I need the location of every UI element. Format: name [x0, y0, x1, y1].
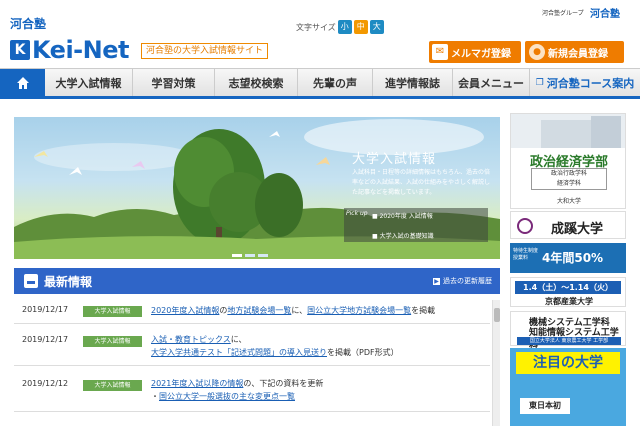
- pickup-link-1-label: 2020年度 入試情報: [379, 213, 433, 220]
- pickup-link-2-label: 大学入試の基礎知識: [379, 233, 434, 240]
- carousel-dot[interactable]: [245, 254, 255, 257]
- site-header: 河合塾 K Kei-Net 河合塾の大学入試情報サイト 文字サイズ 小 中 大 …: [0, 0, 640, 68]
- news-item: 2019/12/17 大学入試情報 2020年度入試情報の地方試験会場一覧に、国…: [14, 296, 490, 324]
- ad2-name: 成蹊大学: [551, 222, 604, 237]
- news-title: 最新情報: [44, 274, 93, 289]
- nav-item-magazine[interactable]: 進学情報誌: [373, 69, 453, 96]
- news-link[interactable]: 国公立大学地方試験会場一覧: [307, 306, 411, 315]
- past-updates-label: 過去の更新履歴: [443, 277, 492, 285]
- nav-item-senior-voices[interactable]: 先輩の声: [298, 69, 373, 96]
- scrollbar-thumb[interactable]: [494, 308, 500, 322]
- news-item: 2019/12/17 大学入試情報 入試・教育トピックスに、 大学入学共通テスト…: [14, 326, 490, 366]
- ad-seikei-university[interactable]: 成蹊大学: [510, 211, 626, 239]
- font-size-large-button[interactable]: 大: [369, 20, 384, 34]
- mail-icon: ✉: [432, 44, 448, 60]
- news-text-part: を掲載（PDF形式）: [327, 348, 399, 357]
- campus-photo-image: [511, 114, 625, 148]
- member-register-label: 新規会員登録: [548, 48, 608, 60]
- font-size-label: 文字サイズ: [296, 22, 336, 32]
- user-icon: ●: [529, 44, 545, 60]
- news-date: 2019/12/17: [22, 305, 69, 314]
- arrow-right-icon: ▶: [433, 277, 440, 285]
- news-text-part: ・: [151, 392, 159, 401]
- news-date: 2019/12/12: [22, 379, 69, 388]
- ad3-left-line: 授業料: [513, 255, 529, 261]
- ad1-university: 大和大学: [556, 198, 581, 205]
- news-icon: [24, 274, 38, 288]
- ad5-line3: 国立大学法人 東京農工大学 工学部: [517, 337, 621, 345]
- ad6-badge: 東日本初: [520, 398, 570, 414]
- news-link[interactable]: 大学入学共通テスト「記述式問題」の導入見送り: [151, 348, 327, 357]
- news-date: 2019/12/17: [22, 335, 69, 344]
- news-text-part: の、下記の資料を更新: [243, 379, 324, 388]
- news-text: 2021年度入試以降の情報の、下記の資料を更新 ・国公立大学一般選抜の主な変更点…: [151, 377, 323, 403]
- news-text: 2020年度入試情報の地方試験会場一覧に、国公立大学地方試験会場一覧を掲載: [151, 304, 435, 317]
- ad-yamato-university[interactable]: 政治経済学部 政治行政学科 経済学科 大和大学: [510, 113, 626, 209]
- home-icon: [16, 76, 29, 89]
- group-logo[interactable]: 河合塾: [590, 5, 620, 20]
- pickup-link-1[interactable]: ■ 2020年度 入試情報: [372, 211, 433, 220]
- seikei-emblem-icon: [517, 218, 533, 234]
- news-category-badge: 大学入試情報: [83, 306, 142, 317]
- ad4-university: 京都産業大学: [545, 297, 593, 306]
- newsletter-signup-button[interactable]: ✉ メルマガ登録: [429, 41, 521, 63]
- ad-scholarship[interactable]: 特待生制度 授業料 4年間50%: [510, 243, 626, 273]
- news-text-part: に、: [291, 306, 308, 315]
- news-link[interactable]: 国公立大学一般選抜の主な変更点一覧: [159, 392, 295, 401]
- ad-kyoto-sangyo[interactable]: 1.4（土）～1.14（火） 京都産業大学: [510, 277, 626, 307]
- ad4-date: 1.4（土）～1.14（火）: [515, 281, 621, 294]
- ad-tuat-engineering[interactable]: 機械システム工学科 知能情報システム工学科 国立大学法人 東京農工大学 工学部: [510, 311, 626, 351]
- member-register-button[interactable]: ● 新規会員登録: [525, 41, 624, 63]
- logo-text: Kei-Net: [32, 36, 129, 64]
- newsletter-signup-label: メルマガ登録: [451, 48, 511, 60]
- news-link[interactable]: 2021年度入試以降の情報: [151, 379, 243, 388]
- pickup-link-2[interactable]: ■ 大学入試の基礎知識: [372, 231, 434, 240]
- carousel-dot[interactable]: [232, 254, 242, 257]
- news-category-badge: 大学入試情報: [83, 380, 142, 391]
- group-link[interactable]: 河合塾グループ: [542, 8, 584, 17]
- nav-home-button[interactable]: [0, 69, 45, 96]
- news-link[interactable]: 地方試験会場一覧: [227, 306, 291, 315]
- carousel-dots: [232, 254, 271, 257]
- news-item: 2019/12/12 大学入試情報 2021年度入試以降の情報の、下記の資料を更…: [14, 370, 490, 412]
- nav-course-label: 河合塾コース案内: [546, 76, 635, 90]
- news-link[interactable]: 入試・教育トピックス: [151, 335, 231, 344]
- ad1-departments: 政治行政学科 経済学科: [531, 168, 607, 190]
- nav-item-school-search[interactable]: 志望校検索: [215, 69, 298, 96]
- pickup-label: Pick up: [346, 210, 368, 217]
- ad-featured-university[interactable]: 注目の大学 東日本初: [510, 348, 626, 426]
- font-size-switcher: 文字サイズ 小 中 大: [296, 20, 384, 34]
- hero-title: 大学入試情報: [352, 152, 437, 167]
- ad1-department: 政治行政学科: [550, 170, 587, 177]
- news-text-part: を掲載: [411, 306, 436, 315]
- ad3-left-text: 特待生制度 授業料: [513, 248, 538, 262]
- site-tagline: 河合塾の大学入試情報サイト: [141, 43, 269, 59]
- main-nav: 大学入試情報 学習対策 志望校検索 先輩の声 進学情報誌 会員メニュー ❐ 河合…: [0, 68, 640, 99]
- news-text-part: に、: [230, 335, 247, 344]
- site-logo[interactable]: K Kei-Net: [10, 36, 129, 64]
- news-link[interactable]: 2020年度入試情報: [151, 306, 219, 315]
- nav-item-course-guide[interactable]: ❐ 河合塾コース案内: [530, 69, 640, 96]
- news-header: 最新情報 ▶ 過去の更新履歴: [14, 268, 500, 294]
- hero-description: 入試科目・日程等の詳細情報はもちろん、過去の倍率などの入試結果、入試の仕組みをや…: [352, 169, 491, 196]
- nav-item-admission-info[interactable]: 大学入試情報: [45, 69, 133, 96]
- news-category-badge: 大学入試情報: [83, 336, 142, 347]
- nav-item-study[interactable]: 学習対策: [133, 69, 215, 96]
- carousel-dot[interactable]: [258, 254, 268, 257]
- news-list: 2019/12/17 大学入試情報 2020年度入試情報の地方試験会場一覧に、国…: [14, 296, 500, 426]
- logo-k-icon: K: [10, 40, 30, 60]
- font-size-small-button[interactable]: 小: [337, 20, 352, 34]
- ad6-title: 注目の大学: [516, 352, 620, 374]
- news-scrollbar[interactable]: [492, 300, 500, 426]
- past-updates-link[interactable]: ▶ 過去の更新履歴: [433, 276, 492, 286]
- logo-kawaijuku[interactable]: 河合塾: [10, 15, 46, 32]
- ad3-left-line: 特待生制度: [513, 248, 539, 254]
- nav-item-member-menu[interactable]: 会員メニュー: [453, 69, 530, 96]
- ad1-department: 経済学科: [556, 180, 581, 187]
- ad3-main-text: 4年間50%: [542, 251, 604, 265]
- font-size-medium-button[interactable]: 中: [353, 20, 368, 34]
- news-text: 入試・教育トピックスに、 大学入学共通テスト「記述式問題」の導入見送りを掲載（P…: [151, 333, 399, 359]
- external-link-icon: ❐: [535, 77, 544, 88]
